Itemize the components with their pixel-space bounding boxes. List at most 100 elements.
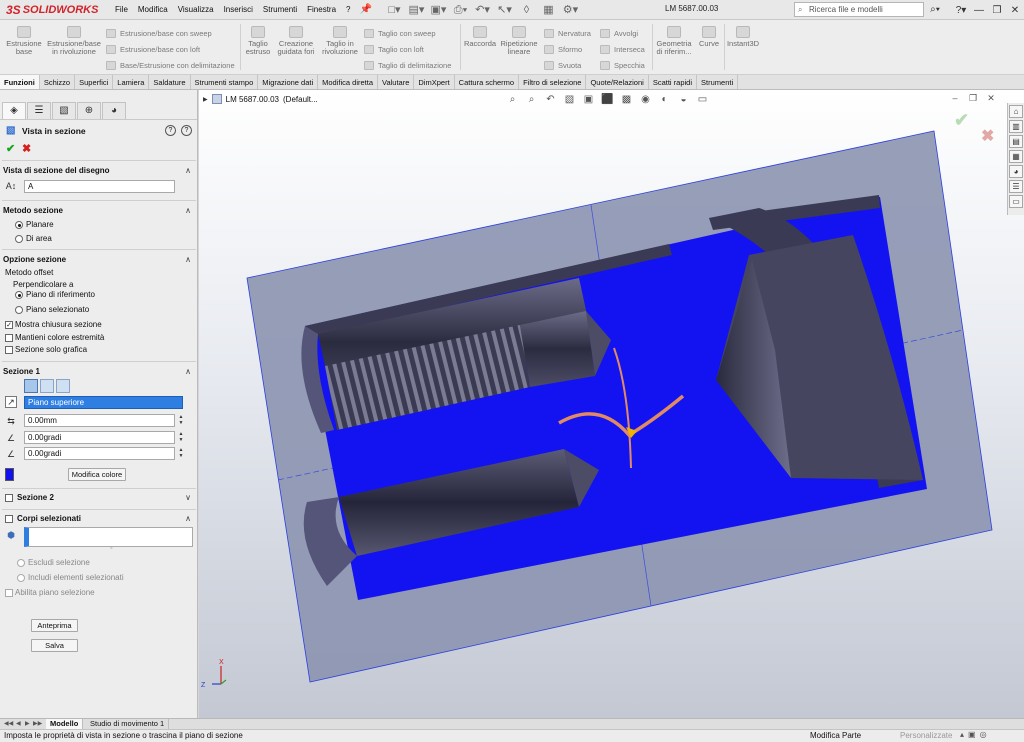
custom-properties-icon[interactable]: ☰ (1009, 180, 1023, 193)
doc-minimize-icon[interactable]: – (948, 92, 962, 104)
lofted-boss-button[interactable]: Estrusione/base con loft (106, 43, 200, 55)
collapse-chevron-icon[interactable]: ∧ (185, 206, 191, 215)
group-section-2[interactable]: Sezione 2 (17, 493, 187, 502)
zoom-fit-icon[interactable]: ⌕ (505, 93, 520, 106)
section-2-checkbox[interactable] (5, 494, 13, 502)
graphics-area[interactable]: Z X ▶ LM 5687.00.03 (Default... ⌕ ⌕ ↶ ▧ … (199, 90, 1024, 718)
whats-wrong-icon[interactable]: ? (165, 125, 176, 136)
mirror-button[interactable]: Specchia (600, 59, 645, 71)
revolved-cut-button[interactable]: Taglio in rivoluzione (320, 26, 360, 56)
menu-help[interactable]: ? (341, 5, 355, 14)
tab-cattura-schermo[interactable]: Cattura schermo (455, 75, 520, 89)
expand-arrow-icon[interactable]: ▶ (203, 96, 208, 103)
print-icon[interactable]: ⎙▾ (452, 3, 470, 17)
save-button[interactable]: Salva (31, 639, 78, 652)
curves-button[interactable]: Curve (696, 26, 722, 48)
reference-arrow-icon[interactable]: ↗ (5, 396, 17, 408)
tab-quote-relazioni[interactable]: Quote/Relazioni (586, 75, 649, 89)
apply-scene-icon[interactable]: ◒ (676, 93, 691, 106)
menu-inserisci[interactable]: Inserisci (219, 5, 258, 14)
tab-funzioni[interactable]: Funzioni (0, 75, 40, 89)
group-section-1[interactable]: Sezione 1 (3, 367, 195, 376)
keep-cap-color-checkbox[interactable] (5, 334, 13, 342)
appearances-icon[interactable]: ◕ (1009, 165, 1023, 178)
doc-restore-icon[interactable]: ❐ (966, 92, 980, 104)
view-orientation-icon[interactable]: ⬛ (600, 93, 615, 106)
draft-button[interactable]: Sformo (544, 43, 582, 55)
help-icon[interactable]: ?▾ (952, 5, 970, 16)
group-section-options[interactable]: Opzione sezione (3, 255, 195, 264)
swept-boss-button[interactable]: Estrusione/base con sweep (106, 27, 212, 39)
select-arrow-icon[interactable]: ↖▾ (496, 3, 514, 17)
menu-file[interactable]: File (110, 5, 133, 14)
graphics-only-checkbox[interactable] (5, 346, 13, 354)
swept-cut-button[interactable]: Taglio con sweep (364, 27, 436, 39)
pin-menu-icon[interactable]: 📌 (360, 4, 374, 15)
previous-view-icon[interactable]: ↶ (543, 93, 558, 106)
rebuild-icon[interactable]: ◊ (518, 3, 536, 17)
preview-button[interactable]: Anteprima (31, 619, 78, 632)
group-drawing-section-view[interactable]: Vista di sezione del disegno (3, 166, 195, 175)
section-view-icon[interactable]: ▧ (562, 93, 577, 106)
close-icon[interactable]: ✕ (1006, 5, 1024, 16)
feature-tree-flyout[interactable]: ▶ LM 5687.00.03 (Default... (203, 94, 318, 104)
extruded-cut-button[interactable]: Taglio estruso (243, 26, 273, 56)
options-gear-icon[interactable]: ⚙▾ (562, 3, 580, 17)
exclude-selection-radio[interactable] (17, 559, 25, 567)
extruded-boss-button[interactable]: Estrusione base (4, 26, 44, 56)
edit-appearance-icon[interactable]: ◐ (657, 93, 672, 106)
offset-distance-field[interactable]: 0.00mm (24, 414, 175, 427)
file-properties-icon[interactable]: ▦ (540, 3, 558, 17)
zoom-area-icon[interactable]: ⌕ (524, 93, 539, 106)
menu-finestra[interactable]: Finestra (302, 5, 341, 14)
expand-chevron-icon[interactable]: ∨ (185, 493, 191, 502)
collapse-chevron-icon[interactable]: ∧ (185, 166, 191, 175)
method-area-radio[interactable] (15, 235, 23, 243)
menu-modifica[interactable]: Modifica (133, 5, 173, 14)
save-icon[interactable]: ▣▾ (430, 3, 448, 17)
resources-home-icon[interactable]: ⌂ (1009, 105, 1023, 118)
reference-geometry-button[interactable]: Geometria di riferim... (654, 26, 694, 56)
tab-filtro-selezione[interactable]: Filtro di selezione (519, 75, 587, 89)
doc-close-icon[interactable]: ✕ (984, 92, 998, 104)
new-document-icon[interactable]: □▾ (386, 3, 404, 17)
group-selected-bodies[interactable]: Corpi selezionati (17, 514, 187, 523)
angle-x-spinner[interactable]: ▲ ▼ (177, 431, 185, 444)
enable-plane-selection-checkbox[interactable] (5, 589, 13, 597)
hole-wizard-button[interactable]: Creazione guidata fori (274, 26, 318, 56)
boundary-cut-button[interactable]: Taglio di delimitazione (364, 59, 451, 71)
solidworks-logo[interactable]: 3S SOLIDWORKS (0, 3, 110, 17)
tab-superfici[interactable]: Superfici (75, 75, 114, 89)
tab-strumenti[interactable]: Strumenti (697, 75, 739, 89)
angle-y-field[interactable]: 0.00gradi (24, 447, 175, 460)
ok-button[interactable]: ✔ (6, 142, 15, 155)
feature-tree-tab-icon[interactable]: ◈ (2, 102, 26, 119)
front-plane-icon[interactable] (24, 379, 38, 393)
minimize-icon[interactable]: — (970, 5, 988, 16)
rebuild-status-icon[interactable]: ▣ (968, 730, 976, 739)
boundary-boss-button[interactable]: Base/Estrusione con delimitazione (106, 59, 235, 71)
right-plane-icon[interactable] (56, 379, 70, 393)
dimxpert-manager-tab-icon[interactable]: ⊕ (77, 102, 101, 119)
instant3d-button[interactable]: Instant3D (726, 26, 760, 48)
top-plane-icon[interactable] (40, 379, 54, 393)
units-dropdown-icon[interactable]: ▴ (960, 730, 964, 739)
selected-bodies-checkbox[interactable] (5, 515, 13, 523)
tab-dimxpert[interactable]: DimXpert (414, 75, 455, 89)
search-input[interactable]: ⌕ Ricerca file e modelli (794, 2, 924, 17)
menu-visualizza[interactable]: Visualizza (173, 5, 219, 14)
confirmation-ok-icon[interactable]: ✔ (954, 110, 969, 131)
configuration-manager-tab-icon[interactable]: ▧ (52, 102, 76, 119)
edit-color-button[interactable]: Modifica colore (68, 468, 126, 481)
fillet-button[interactable]: Raccorda (462, 26, 498, 48)
property-manager-tab-icon[interactable]: ☰ (27, 102, 51, 119)
section-name-field[interactable]: A (24, 180, 175, 193)
tab-modifica-diretta[interactable]: Modifica diretta (318, 75, 378, 89)
open-folder-icon[interactable]: ▤▾ (408, 3, 426, 17)
lofted-cut-button[interactable]: Taglio con loft (364, 43, 424, 55)
restore-icon[interactable]: ❐ (988, 5, 1006, 16)
status-units[interactable]: Personalizzate (900, 731, 952, 740)
angle-x-field[interactable]: 0.00gradi (24, 431, 175, 444)
tab-valutare[interactable]: Valutare (378, 75, 415, 89)
linear-pattern-button[interactable]: Ripetizione lineare (499, 26, 539, 56)
